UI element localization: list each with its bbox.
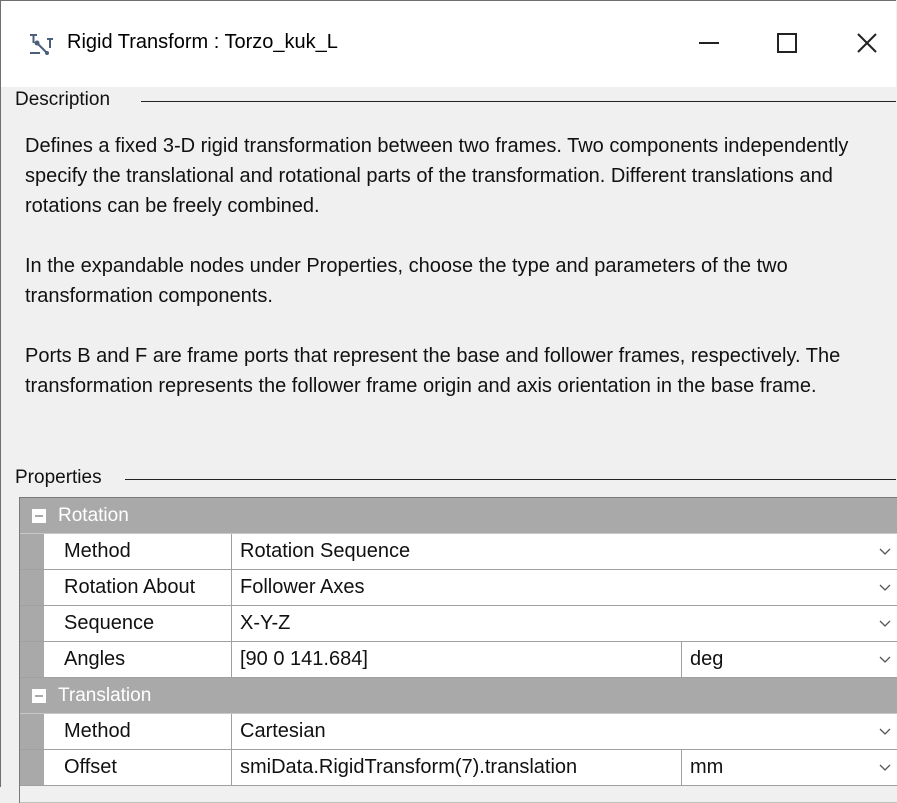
property-row-offset: Offset smiData.RigidTransform(7).transla… (20, 750, 897, 786)
offset-unit-dropdown[interactable]: mm (682, 750, 897, 785)
property-value: Cartesian (240, 720, 326, 742)
chevron-down-icon[interactable] (879, 548, 891, 556)
close-button[interactable] (847, 23, 887, 63)
property-row-angles: Angles [90 0 141.684] deg (20, 642, 897, 678)
properties-divider (125, 479, 896, 480)
chevron-down-icon[interactable] (879, 656, 891, 664)
property-value: Rotation Sequence (240, 540, 411, 562)
property-value: smiData.RigidTransform(7).translation (240, 756, 578, 778)
rotation-method-dropdown[interactable]: Rotation Sequence (232, 534, 897, 569)
chevron-down-icon[interactable] (879, 728, 891, 736)
angles-input[interactable]: [90 0 141.684] (232, 642, 682, 677)
chevron-down-icon[interactable] (879, 584, 891, 592)
description-paragraph: Ports B and F are frame ports that repre… (25, 345, 841, 397)
category-label: Rotation (58, 504, 129, 526)
description-divider (141, 101, 896, 102)
row-gutter (20, 570, 44, 605)
unit-value: deg (690, 648, 724, 670)
property-value: [90 0 141.684] (240, 648, 368, 670)
description-label: Description (15, 89, 117, 111)
window-title: Rigid Transform : Torzo_kuk_L (67, 31, 338, 53)
property-name: Offset (44, 750, 232, 785)
property-row-translation-method: Method Cartesian (20, 714, 897, 750)
offset-input[interactable]: smiData.RigidTransform(7).translation (232, 750, 682, 785)
property-row-rotation-about: Rotation About Follower Axes (20, 570, 897, 606)
property-name: Method (44, 534, 232, 569)
property-value: X-Y-Z (240, 612, 291, 634)
chevron-down-icon[interactable] (879, 764, 891, 772)
rotation-about-dropdown[interactable]: Follower Axes (232, 570, 897, 605)
dialog-window: Rigid Transform : Torzo_kuk_L Descriptio… (0, 0, 897, 803)
row-gutter (20, 750, 44, 785)
category-label: Translation (58, 684, 152, 706)
row-gutter (20, 534, 44, 569)
properties-label: Properties (15, 467, 108, 489)
rigid-transform-icon (30, 34, 53, 55)
property-value: Follower Axes (240, 576, 365, 598)
property-name: Method (44, 714, 232, 749)
property-name: Angles (44, 642, 232, 677)
close-icon (857, 33, 877, 53)
property-row-sequence: Sequence X-Y-Z (20, 606, 897, 642)
chevron-down-icon[interactable] (879, 620, 891, 628)
description-paragraph: Defines a fixed 3-D rigid transformation… (25, 135, 849, 217)
description-text: Defines a fixed 3-D rigid transformation… (25, 131, 885, 431)
angles-unit-dropdown[interactable]: deg (682, 642, 897, 677)
row-gutter (20, 714, 44, 749)
maximize-icon (777, 33, 797, 53)
property-name: Sequence (44, 606, 232, 641)
minimize-icon (699, 42, 719, 44)
property-name: Rotation About (44, 570, 232, 605)
unit-value: mm (690, 756, 724, 778)
minimize-button[interactable] (689, 23, 729, 63)
description-paragraph: In the expandable nodes under Properties… (25, 255, 788, 307)
row-gutter (20, 606, 44, 641)
maximize-button[interactable] (767, 23, 807, 63)
collapse-icon[interactable] (32, 508, 46, 523)
sequence-dropdown[interactable]: X-Y-Z (232, 606, 897, 641)
property-row-method: Method Rotation Sequence (20, 534, 897, 570)
grid-footer (20, 786, 897, 803)
translation-method-dropdown[interactable]: Cartesian (232, 714, 897, 749)
property-grid: Rotation Method Rotation Sequence Rotati… (19, 497, 897, 803)
category-rotation[interactable]: Rotation (20, 498, 897, 534)
category-translation[interactable]: Translation (20, 678, 897, 714)
collapse-icon[interactable] (32, 688, 46, 703)
title-bar[interactable]: Rigid Transform : Torzo_kuk_L (1, 1, 896, 87)
row-gutter (20, 642, 44, 677)
